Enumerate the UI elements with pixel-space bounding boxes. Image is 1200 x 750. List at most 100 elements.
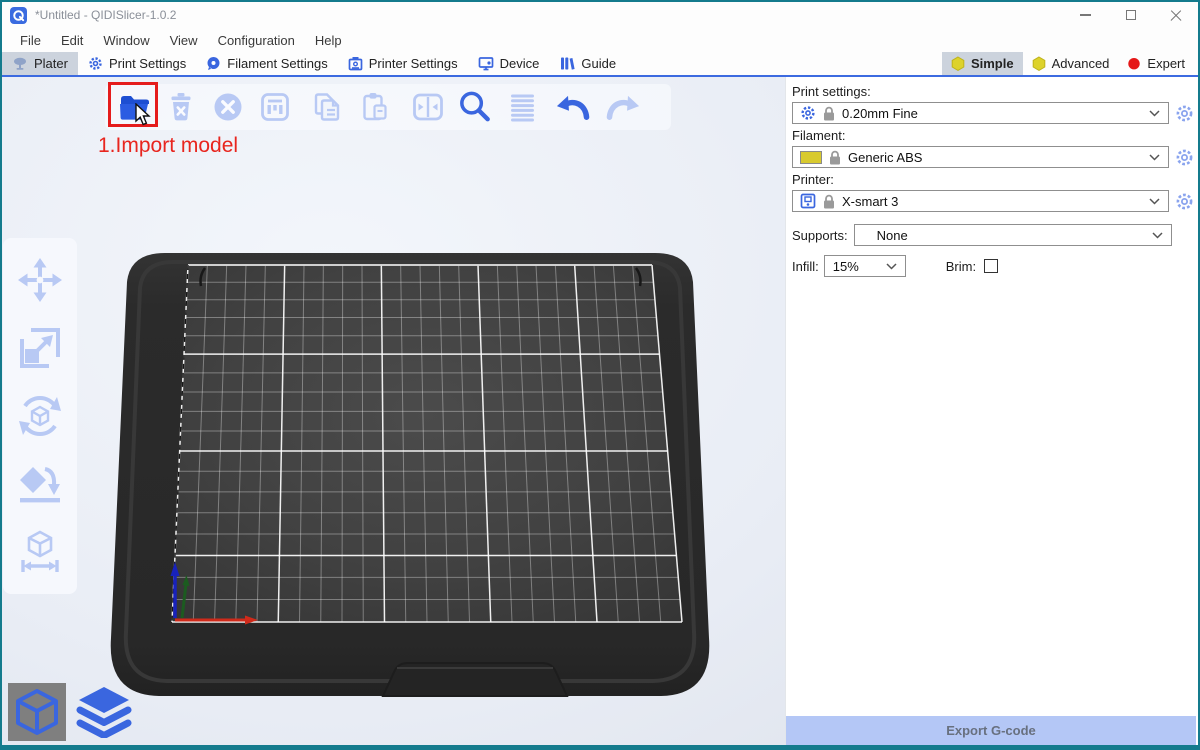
yellow-hexagon-icon — [951, 56, 965, 71]
print-settings-dropdown[interactable]: 0.20mm Fine — [792, 102, 1169, 124]
tab-print-settings[interactable]: Print Settings — [78, 52, 196, 75]
menu-file[interactable]: File — [10, 28, 51, 52]
maximize-button[interactable] — [1108, 2, 1153, 28]
brim-label: Brim: — [946, 259, 976, 274]
place-on-face-icon — [17, 461, 63, 507]
tab-label: Guide — [581, 56, 616, 71]
move-icon — [17, 257, 63, 303]
variable-layer-height-icon — [505, 90, 539, 124]
supports-value: None — [863, 228, 1145, 243]
supports-dropdown[interactable]: None — [854, 224, 1172, 246]
printer-dropdown[interactable]: X-smart 3 — [792, 190, 1169, 212]
chevron-down-icon — [886, 263, 897, 270]
window-title: *Untitled - QIDISlicer-1.0.2 — [35, 8, 176, 22]
undo-icon — [556, 89, 593, 125]
mode-advanced[interactable]: Advanced — [1023, 52, 1119, 75]
gear-icon — [1175, 104, 1194, 123]
preview-icon — [76, 686, 132, 738]
menu-view[interactable]: View — [160, 28, 208, 52]
3d-editor-view-icon — [14, 688, 60, 736]
mode-label: Simple — [971, 56, 1014, 71]
print-settings-gear-button[interactable] — [1174, 104, 1194, 123]
infill-value: 15% — [833, 259, 879, 274]
tab-filament-settings[interactable]: Filament Settings — [196, 52, 337, 75]
chevron-down-icon — [1149, 154, 1160, 161]
lock-icon — [823, 106, 835, 121]
variable-layer-height-button[interactable] — [503, 89, 540, 126]
tab-label: Filament Settings — [227, 56, 327, 71]
redo-icon — [603, 89, 640, 125]
scale-icon — [17, 325, 63, 371]
mode-simple[interactable]: Simple — [942, 52, 1023, 75]
gear-icon — [800, 105, 816, 121]
title-bar: *Untitled - QIDISlicer-1.0.2 — [2, 2, 1198, 28]
menu-help[interactable]: Help — [305, 28, 352, 52]
print-bed — [105, 240, 720, 715]
redo-button[interactable] — [603, 89, 640, 126]
tab-plater[interactable]: Plater — [2, 52, 78, 75]
filament-dropdown[interactable]: Generic ABS — [792, 146, 1169, 168]
tab-guide[interactable]: Guide — [549, 52, 626, 75]
delete-button[interactable] — [162, 89, 199, 126]
close-button[interactable] — [1153, 2, 1198, 28]
menu-window[interactable]: Window — [93, 28, 159, 52]
rotate-button[interactable] — [15, 391, 65, 441]
move-button[interactable] — [15, 255, 65, 305]
3d-editor-view-button[interactable] — [8, 683, 66, 741]
printer-icon — [348, 56, 363, 71]
arrange-icon — [258, 90, 292, 124]
chevron-down-icon — [1149, 110, 1160, 117]
red-circle-icon — [1127, 56, 1141, 71]
printer-label: Printer: — [792, 172, 1194, 187]
copy-icon — [310, 90, 346, 124]
minimize-button[interactable] — [1063, 2, 1108, 28]
filament-value: Generic ABS — [848, 150, 1142, 165]
search-button[interactable] — [456, 89, 493, 126]
plater-icon — [12, 56, 28, 71]
export-gcode-button[interactable]: Export G-code — [786, 716, 1196, 745]
mode-label: Expert — [1147, 56, 1185, 71]
filament-label: Filament: — [792, 128, 1194, 143]
split-objects-icon — [410, 90, 446, 124]
app-window: *Untitled - QIDISlicer-1.0.2 File Edit W… — [0, 0, 1200, 750]
tab-label: Print Settings — [109, 56, 186, 71]
measure-button[interactable] — [15, 527, 65, 577]
infill-dropdown[interactable]: 15% — [824, 255, 906, 277]
copy-button[interactable] — [309, 89, 346, 126]
tab-printer-settings[interactable]: Printer Settings — [338, 52, 468, 75]
preview-button[interactable] — [74, 683, 134, 741]
tab-label: Printer Settings — [369, 56, 458, 71]
tab-device[interactable]: Device — [468, 52, 550, 75]
menu-configuration[interactable]: Configuration — [208, 28, 305, 52]
lock-icon — [823, 194, 835, 209]
lock-icon — [829, 150, 841, 165]
delete-all-icon — [211, 90, 245, 124]
brim-checkbox[interactable] — [984, 259, 998, 273]
minimize-icon — [1080, 14, 1091, 16]
mode-expert[interactable]: Expert — [1118, 52, 1194, 75]
mouse-cursor-icon — [135, 103, 152, 126]
rotate-icon — [17, 393, 63, 439]
mode-label: Advanced — [1052, 56, 1110, 71]
viewport-3d[interactable]: 1.Import model — [2, 77, 785, 745]
scale-button[interactable] — [15, 323, 65, 373]
tab-label: Device — [500, 56, 540, 71]
split-objects-button[interactable] — [409, 89, 446, 126]
place-on-face-button[interactable] — [15, 459, 65, 509]
mode-switcher: Simple Advanced Expert — [942, 52, 1198, 75]
chevron-down-icon — [1152, 232, 1163, 239]
printer-gear-button[interactable] — [1174, 192, 1194, 211]
maximize-icon — [1126, 10, 1136, 20]
menu-edit[interactable]: Edit — [51, 28, 93, 52]
paste-button[interactable] — [356, 89, 393, 126]
undo-button[interactable] — [556, 89, 593, 126]
arrange-button[interactable] — [256, 89, 293, 126]
close-icon — [1170, 10, 1181, 21]
delete-all-button[interactable] — [209, 89, 246, 126]
delete-icon — [164, 90, 198, 124]
gear-icon — [88, 56, 103, 71]
supports-label: Supports: — [792, 228, 848, 243]
measure-icon — [17, 529, 63, 575]
filament-gear-button[interactable] — [1174, 148, 1194, 167]
guide-icon — [559, 56, 575, 71]
